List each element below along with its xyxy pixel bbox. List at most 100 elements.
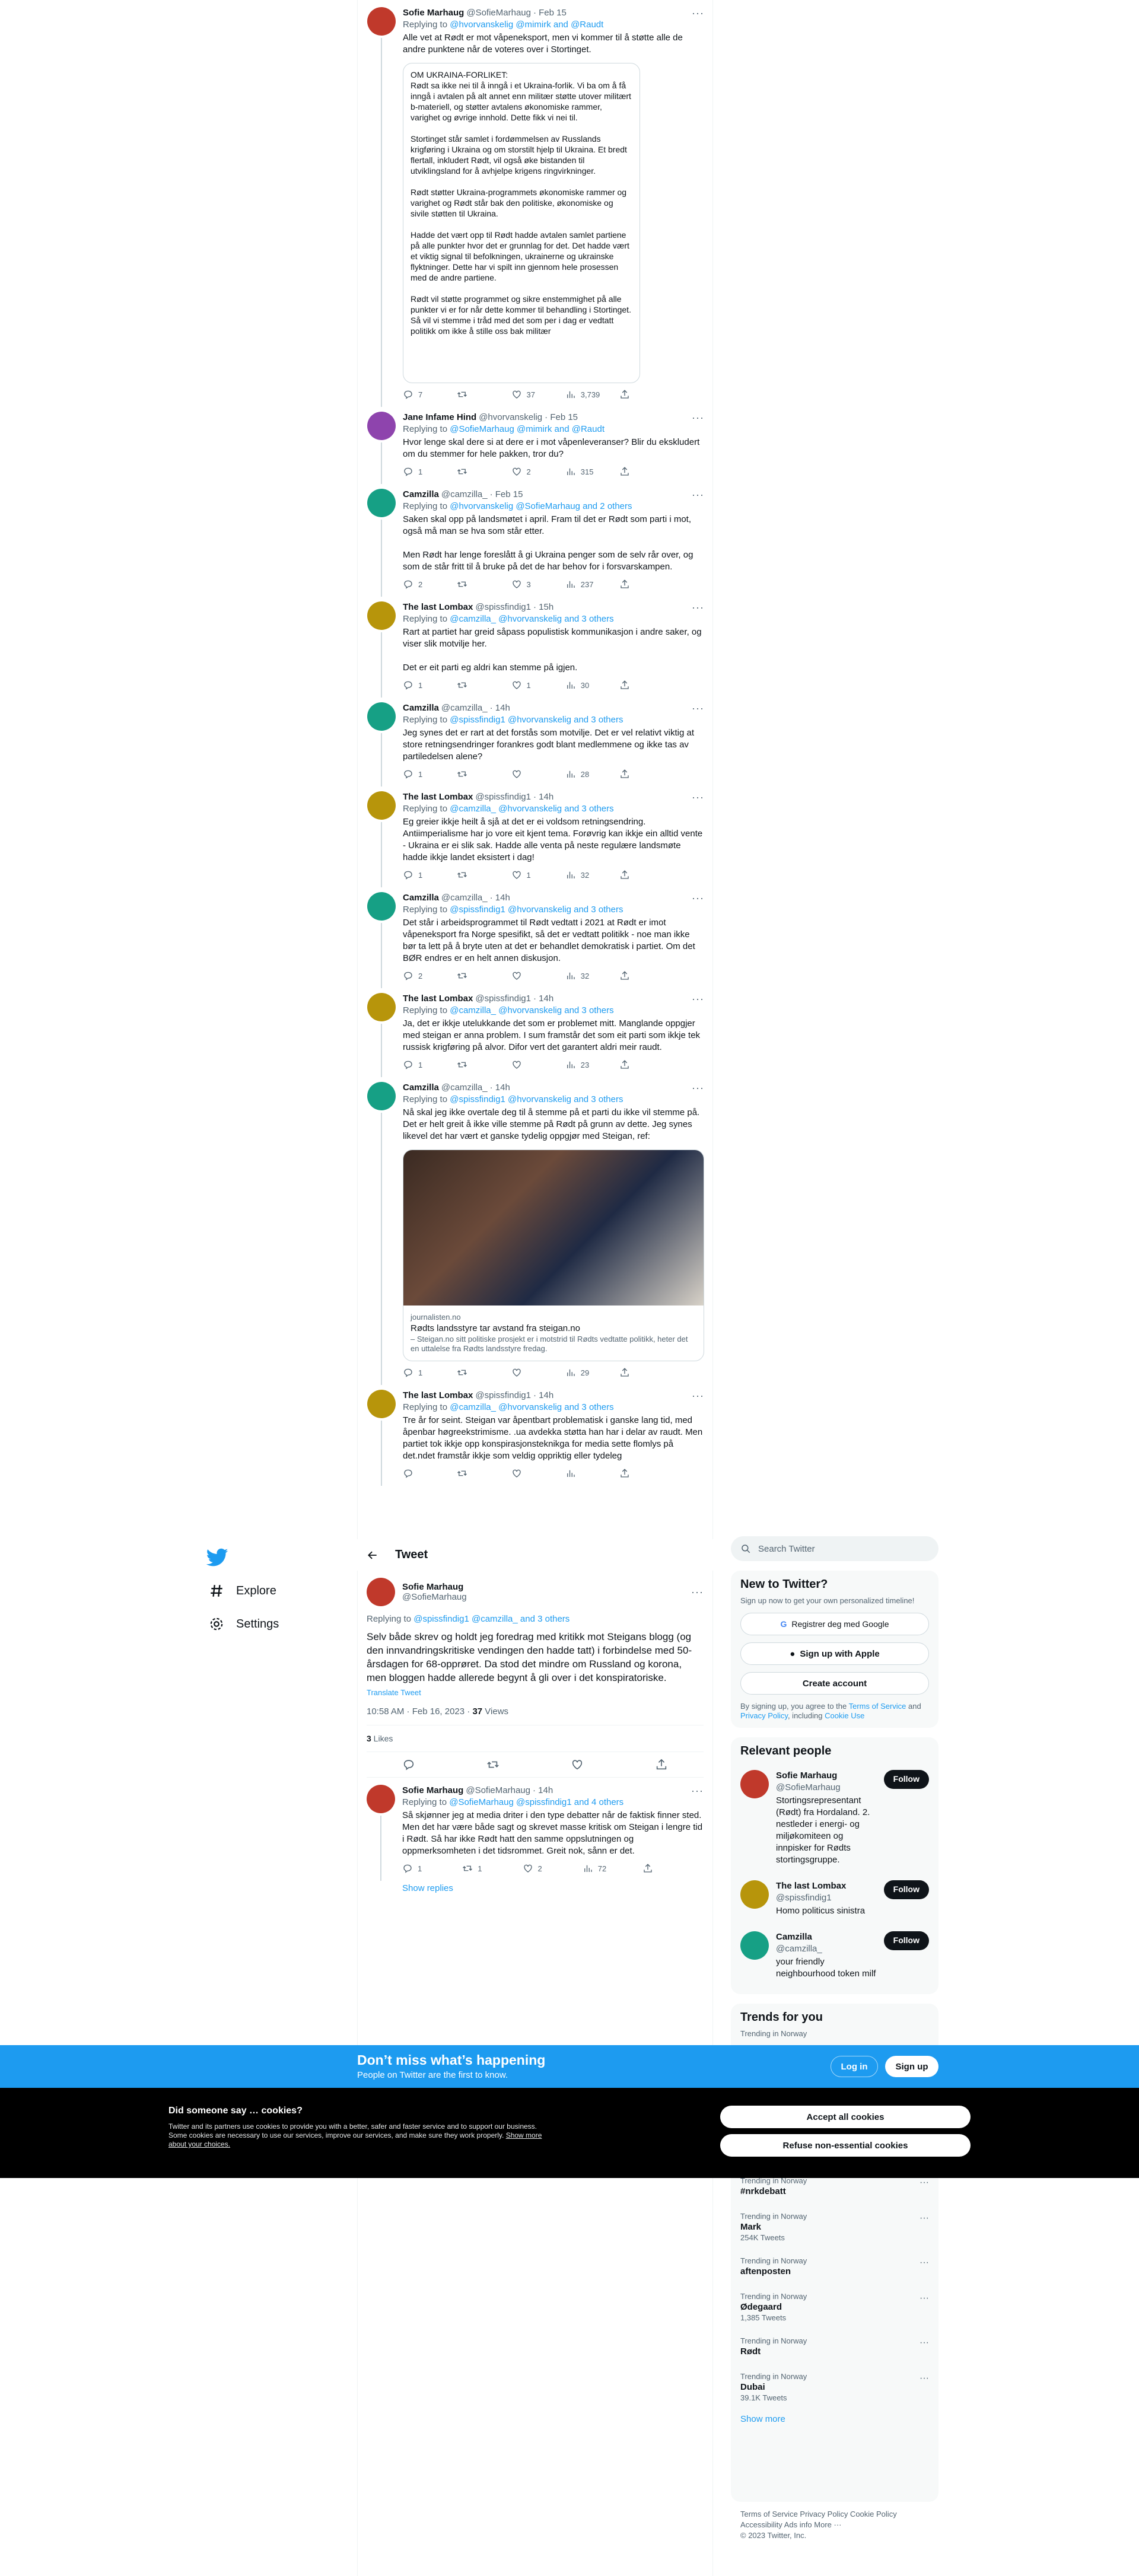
avatar[interactable] xyxy=(367,489,396,517)
avatar[interactable] xyxy=(367,993,396,1021)
share-icon[interactable] xyxy=(655,1758,668,1771)
reply-button[interactable]: 1 xyxy=(403,870,438,880)
retweet-button[interactable] xyxy=(457,389,492,400)
like-button[interactable]: 1 xyxy=(511,680,547,690)
tweet-date[interactable]: · 14h xyxy=(533,791,553,803)
reply-mentions[interactable]: @SofieMarhaug @spissfindig1 and 4 others xyxy=(449,1797,623,1807)
author-handle[interactable]: @camzilla_ xyxy=(441,702,488,714)
follow-button[interactable]: Follow xyxy=(883,1880,929,1899)
author-name[interactable]: The last Lombax xyxy=(403,791,473,803)
quoted-text-box[interactable]: OM UKRAINA-FORLIKET: Rødt sa ikke nei ti… xyxy=(403,63,640,383)
create-account-button[interactable]: Create account xyxy=(740,1672,929,1695)
tweet-date[interactable]: · 14h xyxy=(490,892,510,904)
reply-button[interactable]: 1 xyxy=(403,1059,438,1070)
reply-mentions[interactable]: @spissfindig1 @hvorvanskelig and 3 other… xyxy=(450,1094,623,1104)
more-icon[interactable]: ··· xyxy=(920,2373,929,2384)
views-button[interactable]: 29 xyxy=(565,1367,601,1378)
views-button[interactable]: 237 xyxy=(565,579,601,590)
signup-button[interactable]: Sign up xyxy=(885,2056,938,2077)
more-icon[interactable]: ··· xyxy=(692,993,704,1005)
author-handle[interactable]: @SofieMarhaug xyxy=(466,1785,530,1797)
back-arrow-icon[interactable] xyxy=(367,1549,378,1561)
reply-button[interactable]: 1 xyxy=(403,680,438,690)
retweet-icon[interactable] xyxy=(486,1758,499,1771)
tweet[interactable]: Camzilla @camzilla_ · 14h ··· Replying to @s… xyxy=(358,1075,714,1385)
author-handle[interactable]: @camzilla_ xyxy=(441,892,488,904)
google-signup-button[interactable]: G Registrer deg med Google xyxy=(740,1613,929,1635)
search-bar[interactable]: Search Twitter xyxy=(731,1536,938,1561)
translate-link[interactable]: Translate Tweet xyxy=(367,1688,704,1697)
trend-item[interactable]: Trending in Norway aftenposten ··· xyxy=(740,2249,929,2285)
tweet[interactable]: Camzilla @camzilla_ · 14h ··· Replying to @s… xyxy=(358,885,714,988)
tweet-date[interactable]: · 14h xyxy=(490,702,510,714)
reply-mentions[interactable]: @camzilla_ @hvorvanskelig and 3 others xyxy=(450,1005,613,1015)
nav-explore[interactable]: Explore xyxy=(202,1576,338,1606)
person-handle[interactable]: @spissfindig1 xyxy=(776,1892,865,1904)
accept-cookies-button[interactable]: Accept all cookies xyxy=(720,2106,971,2128)
share-button[interactable] xyxy=(619,466,655,477)
like-button[interactable] xyxy=(511,970,547,981)
author-name[interactable]: The last Lombax xyxy=(403,1390,473,1402)
person-row[interactable]: Camzilla @camzilla_ your friendly neighbou… xyxy=(740,1924,929,1987)
author-handle[interactable]: @SofieMarhaug xyxy=(402,1592,467,1602)
reply-mentions[interactable]: @spissfindig1 @hvorvanskelig and 3 other… xyxy=(450,715,623,725)
tweet[interactable]: Sofie Marhaug @SofieMarhaug · Feb 15 ··· Rep… xyxy=(358,0,714,407)
retweet-button[interactable] xyxy=(457,1468,492,1479)
views-button[interactable]: 32 xyxy=(565,970,601,981)
reply-icon[interactable] xyxy=(402,1758,415,1771)
person-handle[interactable]: @camzilla_ xyxy=(776,1943,877,1955)
show-replies-link[interactable]: Show replies xyxy=(357,1878,713,1903)
follow-button[interactable]: Follow xyxy=(883,1770,929,1789)
like-button[interactable]: 37 xyxy=(511,389,547,400)
views-button[interactable] xyxy=(565,1468,601,1479)
avatar[interactable] xyxy=(367,601,396,630)
author-name[interactable]: Sofie Marhaug xyxy=(403,7,464,19)
avatar[interactable] xyxy=(367,1390,396,1418)
reply-button[interactable]: 7 xyxy=(403,389,438,400)
author-name[interactable]: Camzilla xyxy=(403,702,439,714)
avatar[interactable] xyxy=(367,1578,395,1606)
like-icon[interactable] xyxy=(571,1758,584,1771)
like-button[interactable] xyxy=(511,769,547,779)
more-icon[interactable]: ··· xyxy=(920,2257,929,2268)
tweet-date[interactable]: · Feb 15 xyxy=(545,412,578,424)
person-name[interactable]: Camzilla xyxy=(776,1931,877,1943)
tweet[interactable]: The last Lombax @spissfindig1 · 14h ··· Repl… xyxy=(358,1383,714,1486)
views-button[interactable]: 30 xyxy=(565,680,601,690)
tweet-date[interactable]: · 14h xyxy=(533,1390,553,1402)
author-name[interactable]: Camzilla xyxy=(403,892,439,904)
reply-mentions[interactable]: @hvorvanskelig @mimirk and @Raudt xyxy=(450,20,603,30)
author-name[interactable]: The last Lombax xyxy=(403,601,473,613)
privacy-link[interactable]: Privacy Policy xyxy=(740,1711,788,1720)
share-button[interactable] xyxy=(619,769,655,779)
author-name[interactable]: The last Lombax xyxy=(403,993,473,1005)
terms-link[interactable]: Terms of Service xyxy=(849,1702,906,1711)
footer-links-1[interactable]: Terms of Service Privacy Policy Cookie P… xyxy=(740,2509,929,2520)
tweet[interactable]: The last Lombax @spissfindig1 · 15h ··· Repl… xyxy=(358,594,714,698)
more-icon[interactable]: ··· xyxy=(692,7,704,19)
retweet-button[interactable] xyxy=(457,870,492,880)
tweet-date[interactable]: · 15h xyxy=(533,601,553,613)
views-button[interactable]: 3,739 xyxy=(565,389,601,400)
share-button[interactable] xyxy=(619,870,655,880)
more-icon[interactable]: ··· xyxy=(692,601,704,613)
like-button[interactable]: 1 xyxy=(511,870,547,880)
person-row[interactable]: Sofie Marhaug @SofieMarhaug Stortingsrepre… xyxy=(740,1763,929,1873)
avatar[interactable] xyxy=(367,791,396,820)
avatar[interactable] xyxy=(367,412,396,440)
views-button[interactable]: 28 xyxy=(565,769,601,779)
tweet[interactable]: Camzilla @camzilla_ · 14h ··· Replying to @s… xyxy=(358,695,714,787)
more-icon[interactable]: ··· xyxy=(920,2177,929,2188)
likes-row[interactable]: 3 Likes xyxy=(367,1725,704,1752)
author-handle[interactable]: @spissfindig1 xyxy=(475,601,531,613)
person-handle[interactable]: @SofieMarhaug xyxy=(776,1782,877,1794)
like-button[interactable] xyxy=(511,1468,547,1479)
login-button[interactable]: Log in xyxy=(831,2056,878,2077)
share-button[interactable] xyxy=(619,680,655,690)
author-handle[interactable]: @spissfindig1 xyxy=(475,791,531,803)
cookie-use-link[interactable]: Cookie Use xyxy=(825,1711,864,1720)
tweet-date[interactable]: · Feb 15 xyxy=(533,7,567,19)
retweet-button[interactable] xyxy=(457,466,492,477)
trend-item[interactable]: Trending in Norway Rødt ··· xyxy=(740,2329,929,2365)
link-card[interactable]: journalisten.no Rødts landsstyre tar avst… xyxy=(403,1150,704,1361)
